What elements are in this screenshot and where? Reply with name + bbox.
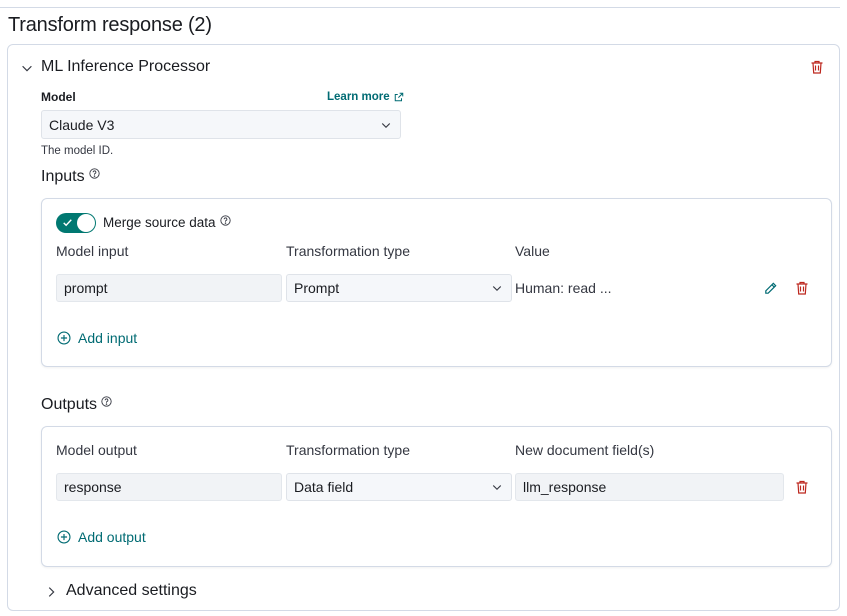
trash-icon[interactable] bbox=[794, 280, 810, 296]
processor-title: ML Inference Processor bbox=[41, 58, 211, 75]
model-select[interactable]: Claude V3 bbox=[41, 110, 401, 139]
add-output-label: Add output bbox=[78, 529, 146, 545]
transformation-type-value: Data field bbox=[294, 479, 354, 495]
model-select-value: Claude V3 bbox=[49, 116, 115, 133]
input-value-text: Human: read ... bbox=[515, 280, 612, 296]
trash-icon[interactable] bbox=[809, 59, 825, 75]
add-input-button[interactable]: Add input bbox=[57, 330, 137, 346]
question-circle-icon[interactable] bbox=[88, 168, 100, 179]
plus-circle-icon bbox=[57, 331, 71, 345]
transformation-type-select[interactable]: Data field bbox=[286, 473, 512, 501]
learn-more-link[interactable]: Learn more bbox=[327, 91, 404, 103]
pencil-icon[interactable] bbox=[763, 281, 778, 296]
advanced-settings-toggle[interactable]: Advanced settings bbox=[66, 582, 197, 600]
transformation-type-select[interactable]: Prompt bbox=[286, 274, 512, 302]
chevron-right-icon[interactable] bbox=[44, 585, 58, 599]
column-header: Transformation type bbox=[286, 243, 410, 259]
column-header: Model output bbox=[56, 442, 137, 458]
merge-source-toggle[interactable] bbox=[56, 213, 96, 233]
model-label: Model bbox=[41, 90, 76, 104]
inputs-heading-label: Inputs bbox=[41, 168, 85, 185]
external-link-icon bbox=[394, 92, 403, 102]
column-header: Value bbox=[515, 243, 550, 259]
question-circle-icon[interactable] bbox=[219, 215, 231, 226]
new-document-field-input[interactable]: llm_response bbox=[515, 473, 784, 501]
add-input-label: Add input bbox=[78, 330, 138, 346]
column-header: Model input bbox=[56, 243, 129, 259]
chevron-down-icon[interactable] bbox=[20, 61, 34, 75]
model-output-field[interactable]: response bbox=[56, 473, 282, 501]
trash-icon[interactable] bbox=[794, 479, 810, 495]
add-output-button[interactable]: Add output bbox=[57, 529, 146, 545]
transformation-type-value: Prompt bbox=[294, 280, 340, 296]
check-icon bbox=[63, 219, 72, 227]
outputs-heading: Outputs bbox=[41, 396, 112, 414]
merge-source-label: Merge source data bbox=[103, 215, 216, 230]
model-input-field[interactable]: prompt bbox=[56, 274, 282, 302]
column-header: Transformation type bbox=[286, 442, 410, 458]
learn-more-label: Learn more bbox=[327, 91, 390, 103]
toggle-knob bbox=[77, 214, 95, 232]
chevron-down-icon bbox=[381, 122, 391, 128]
top-divider bbox=[0, 7, 840, 8]
question-circle-icon[interactable] bbox=[101, 396, 112, 407]
outputs-heading-label: Outputs bbox=[41, 396, 98, 413]
inputs-heading: Inputs bbox=[41, 168, 100, 186]
merge-source-label-row: Merge source data bbox=[103, 215, 231, 230]
plus-circle-icon bbox=[57, 530, 71, 544]
chevron-down-icon bbox=[492, 485, 502, 491]
section-title: Transform response (2) bbox=[8, 14, 212, 36]
chevron-down-icon bbox=[492, 286, 502, 292]
column-header: New document field(s) bbox=[515, 442, 655, 458]
model-help-text: The model ID. bbox=[41, 145, 114, 157]
